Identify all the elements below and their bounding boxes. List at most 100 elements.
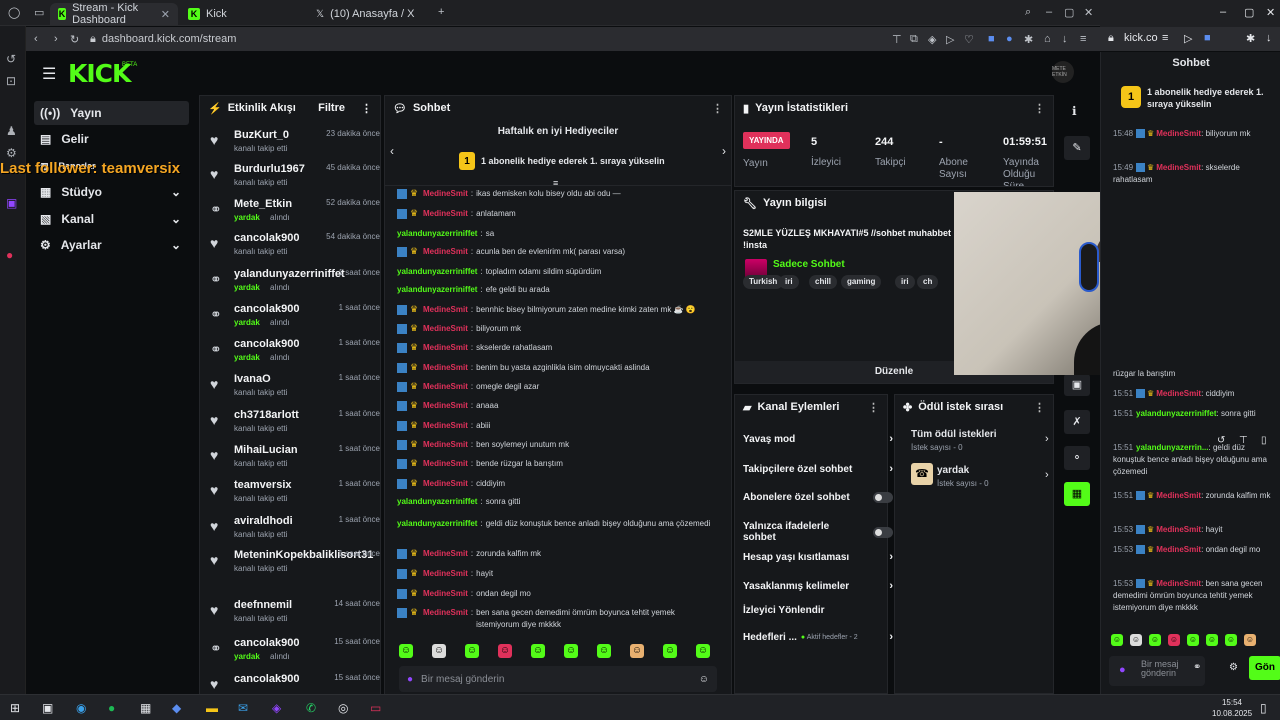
chat-username[interactable]: MedineSmit (423, 246, 468, 258)
mic-icon[interactable]: ● (407, 674, 413, 685)
stream-tag[interactable]: chill (809, 275, 838, 289)
tab-list-icon[interactable]: ▭ (34, 6, 44, 19)
activity-username[interactable]: cancolak900 (234, 232, 299, 244)
stream-tag[interactable]: ch (917, 275, 939, 289)
emote-icon[interactable]: ☺ (1130, 634, 1142, 646)
channel-action-item[interactable]: Yavaş mod › (743, 433, 893, 445)
emote-icon[interactable]: ☺ (531, 644, 545, 658)
activity-username[interactable]: cancolak900 (234, 303, 299, 315)
emote-icon[interactable]: ☺ (696, 644, 710, 658)
stream-tag[interactable]: iri (895, 275, 915, 289)
channel-action-item[interactable]: Abonelere özel sohbet (743, 492, 893, 503)
chat-username[interactable]: yalandunyazerriniffet (397, 284, 477, 296)
close-icon[interactable]: ✕ (161, 8, 170, 21)
tab-kick[interactable]: K Kick (180, 3, 308, 25)
activity-username[interactable]: Mete_Etkin (234, 198, 292, 210)
more-icon[interactable]: ⋮ (868, 401, 879, 414)
activity-username[interactable]: teamversix (234, 479, 292, 491)
activity-username[interactable]: Burdurlu1967 (234, 163, 305, 175)
home-icon[interactable]: ⌂ (1044, 33, 1051, 45)
chat-username[interactable]: MedineSmit (423, 304, 468, 316)
category-name[interactable]: Sadece Sohbet (773, 259, 845, 270)
emote-icon[interactable]: ☺ (1244, 634, 1256, 646)
activity-username[interactable]: BuzKurt_0 (234, 129, 289, 141)
chat-input[interactable]: ● Bir mesaj gönderin ☺ (399, 666, 717, 692)
extension-icon[interactable]: ■ (1204, 32, 1211, 44)
chat-username[interactable]: MedineSmit (423, 420, 468, 432)
emote-icon[interactable]: ☺ (498, 644, 512, 658)
pin-icon[interactable]: ⊤ (892, 33, 902, 46)
whatsapp-icon[interactable]: ✆ (306, 701, 316, 715)
clock[interactable]: 15:54 10.08.2025 (1212, 697, 1252, 719)
search-icon[interactable]: ⌕ (1025, 6, 1031, 19)
folder-icon[interactable]: ▬ (206, 701, 218, 715)
emote-icon[interactable]: ☺ (1168, 634, 1180, 646)
emote-icon[interactable]: ☺ (432, 644, 446, 658)
more-icon[interactable]: ⋮ (1034, 401, 1045, 414)
menu-icon[interactable]: ≡ (1162, 32, 1168, 44)
minimize-icon[interactable]: – (1220, 6, 1226, 18)
chat-username[interactable]: MedineSmit (1156, 491, 1201, 500)
sidebar-item-yayin[interactable]: ((•)) Yayın (34, 101, 189, 125)
toggle-switch[interactable] (873, 492, 893, 503)
chat-username[interactable]: MedineSmit (1156, 389, 1201, 398)
settings-icon[interactable]: ⚙ (6, 146, 17, 160)
emote-icon[interactable]: ☺ (1225, 634, 1237, 646)
chevron-right-icon[interactable]: › (722, 144, 726, 158)
emote-icon[interactable]: ☺ (1111, 634, 1123, 646)
download-icon[interactable]: ↓ (1062, 33, 1068, 45)
chat-username[interactable]: MedineSmit (1156, 163, 1201, 172)
chat-username[interactable]: MedineSmit (423, 568, 468, 580)
stream-tag[interactable]: iri (779, 275, 799, 289)
new-tab-icon[interactable]: + (438, 6, 444, 18)
delete-icon[interactable]: ▯ (1261, 435, 1267, 446)
chat-username[interactable]: MedineSmit (423, 188, 468, 200)
chat-username[interactable]: MedineSmit (1156, 579, 1201, 588)
filter-button[interactable]: Filtre (318, 102, 345, 114)
screenshot-icon[interactable]: ⊡ (6, 74, 16, 88)
chat-username[interactable]: MedineSmit (423, 458, 468, 470)
toggle-switch[interactable] (873, 526, 893, 538)
chat-username[interactable]: MedineSmit (1156, 129, 1201, 138)
edit-icon[interactable]: ✎ (1064, 136, 1090, 160)
chat-username[interactable]: MedineSmit (423, 607, 468, 619)
more-icon[interactable]: ⋮ (361, 102, 372, 115)
puzzle-icon[interactable]: ✱ (1024, 33, 1033, 46)
maximize-icon[interactable]: ▢ (1064, 6, 1074, 19)
chat-username[interactable]: yalandunyazerriniffet (1136, 409, 1216, 418)
chat-username[interactable]: yalandunyazerriniffet (397, 228, 477, 240)
puzzle-icon[interactable]: ✱ (1246, 32, 1255, 45)
chat-username[interactable]: yalandunyazerriniffet (397, 518, 477, 530)
info-icon[interactable]: ℹ (1072, 104, 1077, 118)
chevron-left-icon[interactable]: ‹ (390, 144, 394, 158)
chat-username[interactable]: MedineSmit (1156, 545, 1201, 554)
activity-username[interactable]: ch3718arlott (234, 409, 299, 421)
channel-action-item[interactable]: Hesap yaşı kısıtlaması › (743, 551, 893, 563)
tab-kick-dashboard[interactable]: K Stream - Kick Dashboard ✕ (50, 2, 178, 26)
settings-icon[interactable]: ⚙ (1229, 662, 1238, 673)
stream-tag[interactable]: Turkish (743, 275, 784, 289)
activity-username[interactable]: cancolak900 (234, 637, 299, 649)
activity-username[interactable]: deefnnemil (234, 599, 292, 611)
app2-icon[interactable]: ◆ (172, 701, 181, 715)
chat-username[interactable]: MedineSmit (423, 381, 468, 393)
chat-username[interactable]: MedineSmit (423, 400, 468, 412)
shield-icon[interactable]: ◈ (928, 33, 936, 46)
app-icon[interactable]: ▦ (140, 701, 151, 715)
store-icon[interactable]: ▣ (1064, 374, 1090, 396)
channel-action-item[interactable]: Takipçilere özel sohbet › (743, 463, 893, 475)
obs-icon[interactable]: ◎ (338, 701, 348, 715)
chat-username[interactable]: MedineSmit (423, 439, 468, 451)
start-icon[interactable]: ⊞ (10, 701, 20, 715)
chat-username[interactable]: MedineSmit (423, 342, 468, 354)
more-icon[interactable]: ⋮ (712, 102, 723, 115)
notification-icon[interactable]: ▯ (1260, 701, 1267, 715)
window-close-icon[interactable]: ✕ (1266, 6, 1275, 19)
activity-username[interactable]: cancolak900 (234, 673, 299, 685)
chat-username[interactable]: MedineSmit (423, 478, 468, 490)
play-icon[interactable]: ▷ (946, 33, 954, 46)
back-icon[interactable]: ‹ (34, 33, 38, 45)
history-icon[interactable]: ↺ (6, 52, 16, 66)
emote-icon[interactable]: ☺ (1149, 634, 1161, 646)
activity-username[interactable]: IvanaO (234, 373, 271, 385)
